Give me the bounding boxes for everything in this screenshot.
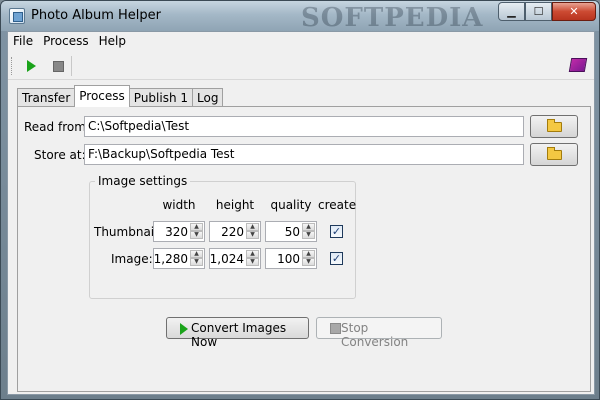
spin-up-icon[interactable]: ▲ bbox=[246, 223, 259, 231]
play-icon[interactable] bbox=[27, 60, 36, 72]
store-at-input[interactable]: F:\Backup\Softpedia Test bbox=[84, 144, 524, 165]
spin-down-icon[interactable]: ▼ bbox=[246, 258, 259, 266]
convert-images-now-button[interactable]: Convert Images Now bbox=[166, 317, 309, 349]
browse-store-at-button[interactable] bbox=[530, 143, 578, 166]
stop-conversion-button[interactable]: Stop Conversion bbox=[316, 317, 442, 349]
help-book-icon[interactable] bbox=[568, 58, 588, 72]
tab-strip: Transfer Process Publish 1 Log bbox=[17, 85, 224, 107]
client-area: File Process Help Transfer Process Publi… bbox=[7, 31, 595, 395]
thumbnail-label: Thumbnail: bbox=[94, 225, 162, 239]
thumbnail-height-stepper[interactable]: 220 ▲ ▼ bbox=[209, 221, 261, 242]
app-window: SOFTPEDIA Photo Album Helper ▁ ☐ ✕ File … bbox=[0, 0, 600, 400]
store-at-label: Store at: bbox=[34, 148, 86, 162]
read-from-label: Read from: bbox=[24, 120, 90, 134]
image-height-stepper[interactable]: 1,024 ▲ ▼ bbox=[209, 248, 261, 269]
spin-down-icon[interactable]: ▼ bbox=[190, 258, 203, 266]
folder-icon bbox=[547, 119, 562, 132]
image-quality-value: 100 bbox=[277, 252, 300, 266]
image-width-stepper[interactable]: 1,280 ▲ ▼ bbox=[153, 248, 205, 269]
stop-icon bbox=[330, 323, 341, 334]
window-controls: ▁ ☐ ✕ bbox=[498, 2, 596, 22]
image-width-value: 1,280 bbox=[153, 252, 188, 266]
image-height-value: 1,024 bbox=[209, 252, 244, 266]
menu-help[interactable]: Help bbox=[94, 32, 131, 52]
folder-icon bbox=[547, 147, 562, 160]
toolbar-separator bbox=[71, 56, 72, 76]
read-from-input[interactable]: C:\Softpedia\Test bbox=[84, 116, 524, 137]
spin-down-icon[interactable]: ▼ bbox=[302, 258, 315, 266]
process-panel: Read from: C:\Softpedia\Test Store at: F… bbox=[17, 106, 591, 392]
image-quality-stepper[interactable]: 100 ▲ ▼ bbox=[265, 248, 317, 269]
column-quality: quality bbox=[270, 198, 312, 212]
spin-arrows: ▲ ▼ bbox=[246, 223, 259, 240]
spin-arrows: ▲ ▼ bbox=[246, 250, 259, 267]
thumbnail-height-value: 220 bbox=[221, 225, 244, 239]
title-bar[interactable]: SOFTPEDIA Photo Album Helper ▁ ☐ ✕ bbox=[1, 1, 599, 33]
spin-up-icon[interactable]: ▲ bbox=[190, 223, 203, 231]
browse-read-from-button[interactable] bbox=[530, 115, 578, 138]
spin-up-icon[interactable]: ▲ bbox=[302, 223, 315, 231]
image-settings-title: Image settings bbox=[95, 174, 191, 188]
toolbar bbox=[8, 53, 594, 80]
spin-up-icon[interactable]: ▲ bbox=[190, 250, 203, 258]
column-width: width bbox=[162, 198, 196, 212]
column-height: height bbox=[215, 198, 255, 212]
spin-up-icon[interactable]: ▲ bbox=[246, 250, 259, 258]
menu-process[interactable]: Process bbox=[38, 32, 94, 52]
minimize-button[interactable]: ▁ bbox=[498, 2, 525, 21]
stop-conversion-label: Stop Conversion bbox=[341, 321, 409, 349]
menu-file[interactable]: File bbox=[8, 32, 38, 52]
app-icon[interactable] bbox=[9, 8, 25, 24]
window-title: Photo Album Helper bbox=[31, 8, 161, 23]
menu-bar: File Process Help bbox=[8, 32, 594, 52]
stop-icon[interactable] bbox=[53, 61, 64, 72]
tab-process[interactable]: Process bbox=[74, 85, 130, 107]
toolbar-grip[interactable] bbox=[11, 57, 14, 75]
tab-transfer[interactable]: Transfer bbox=[17, 88, 76, 107]
spin-arrows: ▲ ▼ bbox=[302, 250, 315, 267]
spin-down-icon[interactable]: ▼ bbox=[302, 231, 315, 239]
maximize-button[interactable]: ☐ bbox=[525, 2, 552, 21]
thumbnail-width-value: 320 bbox=[165, 225, 188, 239]
tab-log[interactable]: Log bbox=[192, 88, 224, 107]
thumbnail-quality-stepper[interactable]: 50 ▲ ▼ bbox=[265, 221, 317, 242]
spin-down-icon[interactable]: ▼ bbox=[190, 231, 203, 239]
play-icon bbox=[180, 323, 188, 335]
tab-publish-1[interactable]: Publish 1 bbox=[128, 88, 194, 107]
convert-images-now-label: Convert Images Now bbox=[191, 321, 287, 349]
spin-down-icon[interactable]: ▼ bbox=[246, 231, 259, 239]
thumbnail-width-stepper[interactable]: 320 ▲ ▼ bbox=[153, 221, 205, 242]
thumbnail-quality-value: 50 bbox=[284, 225, 300, 239]
spin-up-icon[interactable]: ▲ bbox=[302, 250, 315, 258]
spin-arrows: ▲ ▼ bbox=[302, 223, 315, 240]
close-button[interactable]: ✕ bbox=[552, 2, 596, 21]
thumbnail-create-checkbox[interactable]: ✓ bbox=[330, 225, 343, 238]
spin-arrows: ▲ ▼ bbox=[190, 250, 203, 267]
image-create-checkbox[interactable]: ✓ bbox=[330, 252, 343, 265]
spin-arrows: ▲ ▼ bbox=[190, 223, 203, 240]
column-create: create bbox=[318, 198, 357, 212]
image-settings-group: Image settings width height quality crea… bbox=[89, 174, 357, 299]
title-bar-background-text: SOFTPEDIA bbox=[301, 3, 484, 33]
image-label: Image: bbox=[111, 252, 153, 266]
